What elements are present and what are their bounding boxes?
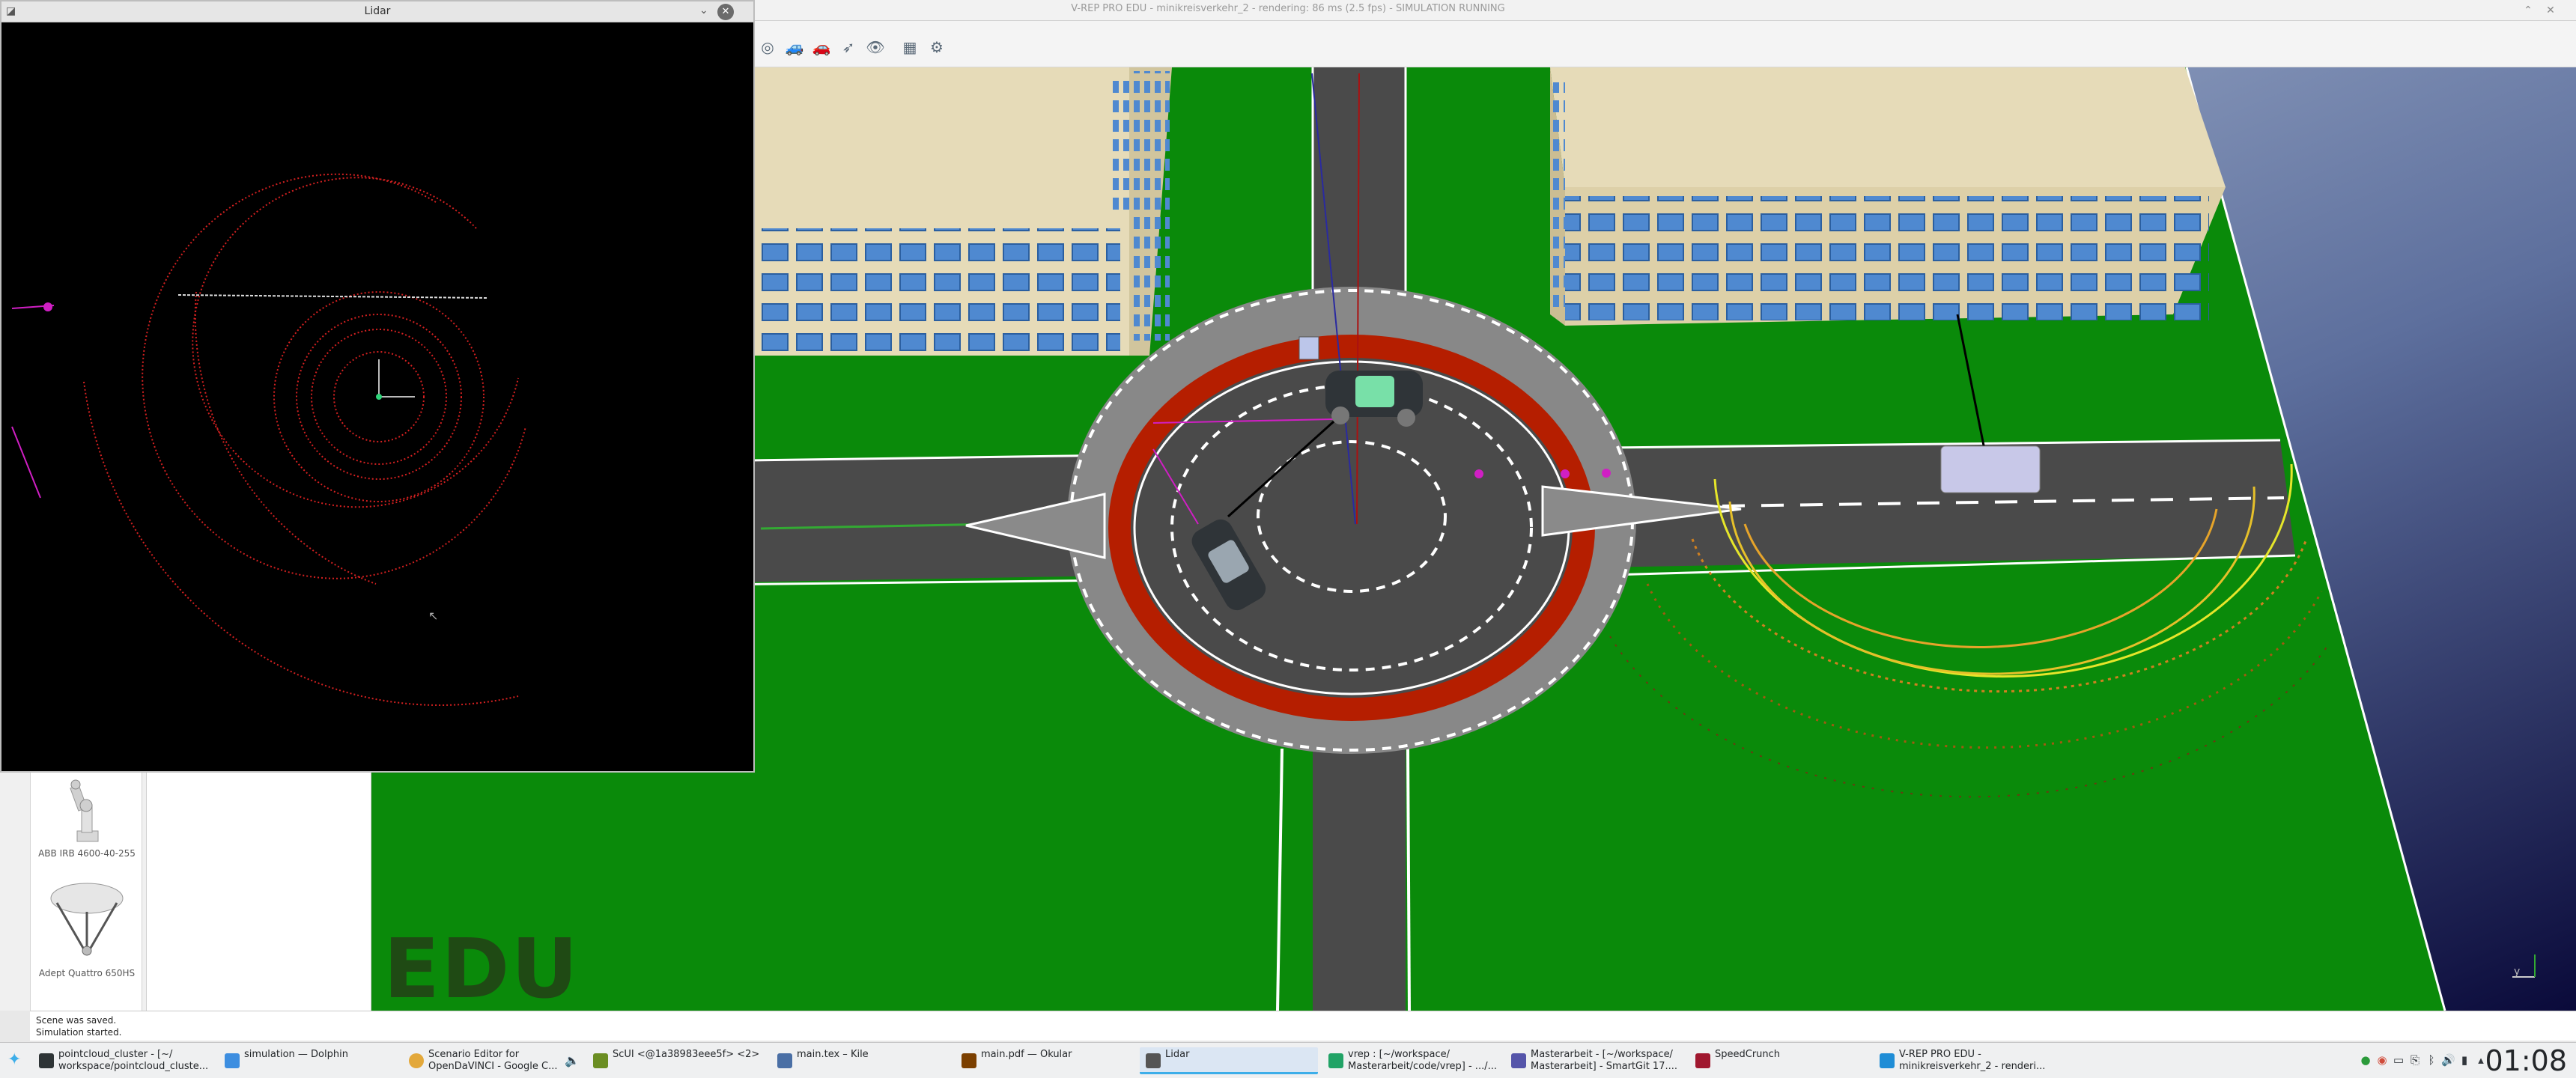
rocket-icon[interactable]: ➶	[837, 36, 860, 58]
volume-icon[interactable]: 🔊	[2441, 1053, 2455, 1067]
document-icon	[777, 1053, 792, 1068]
close-icon[interactable]: ✕	[2543, 3, 2558, 18]
lidar-window-title: Lidar	[364, 5, 391, 17]
selection-icon[interactable]: ◎	[756, 36, 779, 58]
task-item[interactable]: V-REP PRO EDU - minikreisverkehr_2 - ren…	[1874, 1047, 2053, 1074]
building-right	[1550, 67, 2226, 326]
lidar-titlebar[interactable]: ◪ Lidar ⌄ ✕	[1, 1, 753, 22]
app-icon	[593, 1053, 608, 1068]
vehicle-alt-icon[interactable]: 🚗	[810, 36, 833, 58]
volume-icon[interactable]: 🔈	[565, 1053, 580, 1068]
display-icon[interactable]: ▭	[2392, 1053, 2405, 1067]
bluetooth-icon[interactable]: ᛒ	[2425, 1053, 2438, 1067]
task-item[interactable]: SpeedCrunch	[1689, 1047, 1869, 1074]
task-item[interactable]: pointcloud_cluster - [~/ workspace/point…	[33, 1047, 213, 1074]
axis-y-label: y	[2514, 966, 2520, 978]
vrep-icon	[1880, 1053, 1895, 1068]
model-label: Adept Quattro 650HS	[38, 968, 136, 978]
task-item[interactable]: main.tex – Kile	[771, 1047, 951, 1074]
model-item[interactable]: Adept Quattro 650HS	[31, 868, 143, 978]
close-icon[interactable]: ✕	[717, 4, 734, 20]
model-label: ABB IRB 4600-40-255	[38, 848, 136, 859]
window-icon	[1146, 1053, 1161, 1068]
desktop: { "vrep": { "title": "V-REP PRO EDU - mi…	[0, 0, 2576, 1078]
task-item[interactable]: Scenario Editor for OpenDaVINCI - Google…	[403, 1047, 581, 1074]
lidar-plot: ↖	[1, 22, 753, 771]
task-item-active[interactable]: Lidar	[1140, 1047, 1318, 1074]
folder-icon	[225, 1053, 240, 1068]
battery-icon[interactable]: ▮	[2458, 1053, 2471, 1067]
model-list[interactable]: ABB IRB 4600-40-255 Adept Quattro 650HS	[30, 764, 142, 1011]
model-item[interactable]: ABB IRB 4600-40-255	[31, 771, 143, 859]
chevron-down-icon[interactable]: ⌄	[699, 4, 708, 16]
vehicle-icon[interactable]: 🚙	[783, 36, 806, 58]
chrome-icon	[409, 1053, 424, 1068]
industrial-arm-icon	[70, 779, 99, 842]
git-icon	[1511, 1053, 1526, 1068]
calculator-icon	[1695, 1053, 1710, 1068]
terminal-icon	[39, 1053, 54, 1068]
robot-icon[interactable]: ⚙	[926, 36, 948, 58]
pdf-icon	[962, 1053, 976, 1068]
task-item[interactable]: main.pdf — Okular	[956, 1047, 1135, 1074]
pycharm-icon	[1328, 1053, 1343, 1068]
vehicle-bus	[1940, 445, 2041, 493]
status-line: Scene was saved.	[36, 1015, 117, 1026]
network-icon[interactable]: ●	[2359, 1053, 2372, 1067]
eye-icon[interactable]: 👁	[864, 36, 887, 58]
taskbar: ✦ pointcloud_cluster - [~/ workspace/poi…	[0, 1042, 2576, 1078]
edu-watermark: EDU	[383, 921, 580, 1011]
task-item[interactable]: ScUI <@1a38983eee5f> <2>	[587, 1047, 767, 1074]
grid-icon[interactable]: ▦	[899, 36, 921, 58]
clock[interactable]: 01:08	[2485, 1044, 2567, 1077]
chrome-tray-icon[interactable]: ◉	[2375, 1053, 2389, 1067]
mouse-cursor-icon: ↖	[428, 609, 438, 623]
launcher-icon[interactable]: ✦	[7, 1050, 21, 1069]
task-item[interactable]: simulation — Dolphin	[219, 1047, 397, 1074]
task-item[interactable]: vrep : [~/workspace/ Masterarbeit/code/v…	[1322, 1047, 1501, 1074]
vrep-window-title: V-REP PRO EDU - minikreisverkehr_2 - ren…	[1071, 3, 1505, 14]
sensor-box	[1298, 336, 1319, 360]
lidar-window[interactable]: ◪ Lidar ⌄ ✕ ↖	[0, 0, 755, 773]
status-line: Simulation started.	[36, 1027, 122, 1038]
status-console: Scene was saved. Simulation started.	[30, 1011, 2576, 1041]
minimize-button[interactable]: ⌃	[2521, 3, 2536, 18]
delta-robot-icon	[50, 883, 124, 956]
task-item[interactable]: Masterarbeit - [~/workspace/ Masterarbei…	[1505, 1047, 1685, 1074]
clipboard-icon[interactable]: ⎘	[2408, 1053, 2422, 1067]
